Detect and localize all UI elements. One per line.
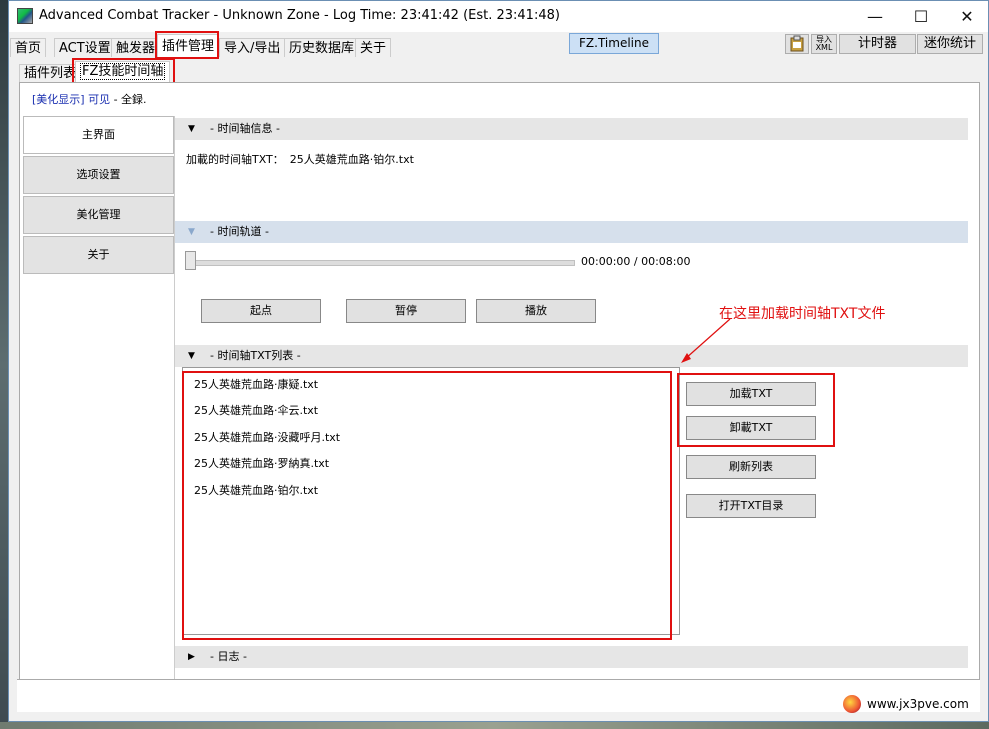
list-item[interactable]: 25人英雄荒血路·伞云.txt — [194, 402, 318, 418]
section-txt-list-title: - 时间轴TXT列表 - — [210, 349, 301, 362]
tab-act-settings[interactable]: ACT设置 — [54, 38, 116, 57]
loaded-timeline-info: 加載的时间轴TXT： 25人英雄荒血路·铂尔.txt — [186, 151, 414, 167]
status-visible: 可见 — [84, 93, 111, 106]
collapse-arrow-icon: ▼ — [188, 124, 195, 134]
section-timeline-info[interactable]: ▼ - 时间轴信息 - — [175, 118, 968, 140]
plugin-panel: [美化显示] 可见 - 全録. 主界面 选项设置 美化管理 关于 ▼ - 时间轴… — [19, 82, 980, 711]
fz-timeline-button[interactable]: FZ.Timeline — [569, 33, 659, 54]
site-logo-icon — [843, 695, 861, 713]
clipboard-icon[interactable] — [785, 34, 809, 54]
left-nav: 主界面 选项设置 美化管理 关于 — [23, 116, 175, 680]
act-window: Advanced Combat Tracker - Unknown Zone -… — [8, 0, 989, 722]
expand-arrow-icon: ▶ — [188, 652, 195, 662]
act-app-icon — [17, 8, 33, 24]
section-log-title: - 日志 - — [210, 650, 247, 663]
bottom-status-area — [17, 679, 980, 712]
maximize-button[interactable]: ☐ — [898, 1, 944, 32]
status-prefix: [美化显示] — [32, 93, 85, 106]
section-track[interactable]: ▼ - 时间轨道 - — [175, 221, 968, 243]
minimize-button[interactable]: — — [852, 1, 898, 32]
export-xml-button[interactable]: 导入 XML — [811, 34, 837, 54]
section-timeline-info-title: - 时间轴信息 - — [210, 122, 280, 135]
pause-button[interactable]: 暂停 — [346, 299, 466, 323]
mini-stats-button[interactable]: 迷你统计 — [917, 34, 983, 54]
start-button[interactable]: 起点 — [201, 299, 321, 323]
tab-plugins[interactable]: 插件管理 — [157, 34, 220, 57]
annotation-text: 在这里加载时间轴TXT文件 — [719, 306, 886, 322]
desktop-background-bottom — [0, 722, 989, 729]
section-log[interactable]: ▶ - 日志 - — [175, 646, 968, 668]
list-item[interactable]: 25人英雄荒血路·康疑.txt — [194, 376, 318, 392]
desktop-background-left — [0, 0, 8, 729]
tab-import-export[interactable]: 导入/导出 — [219, 38, 286, 57]
time-display: 00:00:00 / 00:08:00 — [581, 255, 691, 268]
timeline-slider-thumb[interactable] — [185, 251, 196, 270]
unload-txt-button[interactable]: 卸載TXT — [686, 416, 816, 440]
export-xml-line2: XML — [815, 43, 833, 52]
status-line: [美化显示] 可见 - 全録. — [32, 91, 147, 107]
txt-file-list[interactable]: 25人英雄荒血路·康疑.txt 25人英雄荒血路·伞云.txt 25人英雄荒血路… — [182, 367, 680, 635]
list-item[interactable]: 25人英雄荒血路·罗納真.txt — [194, 455, 329, 471]
section-txt-list[interactable]: ▼ - 时间轴TXT列表 - — [175, 345, 968, 367]
nav-about[interactable]: 关于 — [23, 236, 174, 274]
watermark: www.jx3pve.com — [843, 694, 969, 714]
timer-button[interactable]: 计时器 — [839, 34, 916, 54]
list-item[interactable]: 25人英雄荒血路·没藏呼月.txt — [194, 429, 340, 445]
nav-style[interactable]: 美化管理 — [23, 196, 174, 234]
collapse-arrow-icon: ▼ — [188, 227, 195, 237]
refresh-list-button[interactable]: 刷新列表 — [686, 455, 816, 479]
title-bar: Advanced Combat Tracker - Unknown Zone -… — [9, 1, 988, 32]
nav-options[interactable]: 选项设置 — [23, 156, 174, 194]
load-txt-button[interactable]: 加载TXT — [686, 382, 816, 406]
subtab-fz-timeline[interactable]: FZ技能时间轴 — [75, 61, 171, 82]
nav-main[interactable]: 主界面 — [23, 116, 174, 154]
tab-triggers[interactable]: 触发器 — [111, 38, 161, 57]
play-button[interactable]: 播放 — [476, 299, 596, 323]
section-track-title: - 时间轨道 - — [210, 225, 269, 238]
annotation-arrow-icon — [681, 318, 731, 363]
loaded-file: 25人英雄荒血路·铂尔.txt — [289, 153, 414, 166]
subtab-fz-timeline-label: FZ技能时间轴 — [80, 63, 166, 80]
watermark-text: www.jx3pve.com — [867, 697, 969, 711]
tab-home[interactable]: 首页 — [10, 38, 47, 57]
close-button[interactable]: ✕ — [944, 1, 989, 32]
collapse-arrow-icon: ▼ — [188, 351, 195, 361]
list-item[interactable]: 25人英雄荒血路·铂尔.txt — [194, 482, 318, 498]
open-txt-dir-button[interactable]: 打开TXT目录 — [686, 494, 816, 518]
timeline-track[interactable] — [189, 260, 575, 266]
tab-about[interactable]: 关于 — [355, 38, 392, 57]
loaded-label: 加載的时间轴TXT： — [186, 153, 284, 166]
status-suffix: - 全録. — [110, 93, 147, 106]
subtab-plugin-list[interactable]: 插件列表 — [19, 64, 82, 82]
window-title: Advanced Combat Tracker - Unknown Zone -… — [39, 8, 560, 23]
main-content: ▼ - 时间轴信息 - 加載的时间轴TXT： 25人英雄荒血路·铂尔.txt ▼ … — [175, 116, 968, 680]
tab-history[interactable]: 历史数据库 — [284, 38, 360, 57]
